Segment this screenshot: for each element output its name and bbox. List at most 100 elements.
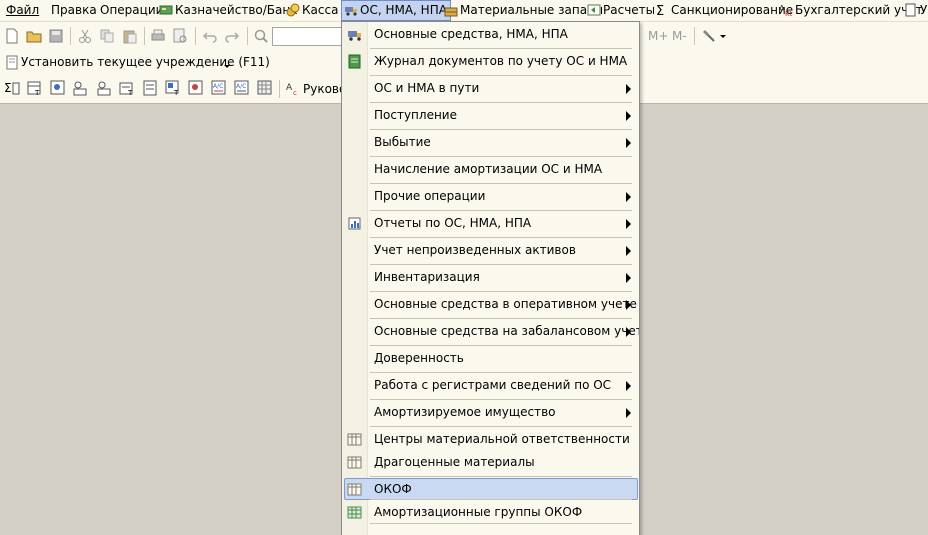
menu-separator (370, 523, 632, 524)
svg-text:A/C: A/C (213, 83, 223, 90)
menu-item[interactable]: Драгоценные материалы (342, 450, 639, 476)
report-icon[interactable]: Σ (4, 80, 20, 96)
menu-item[interactable]: Основные средства, НМА, НПА (342, 22, 639, 48)
truck-icon (345, 7, 357, 16)
menu-separator (370, 426, 632, 427)
table-icon (347, 433, 362, 446)
settlements-icon (587, 4, 601, 16)
toolbar-separator (247, 27, 248, 45)
menu-operations[interactable]: Операции (100, 1, 163, 20)
svg-text:T: T (127, 89, 133, 96)
menu-fixed-assets[interactable]: ОС, НМА, НПА (341, 0, 451, 21)
menu-item[interactable]: Учет непроизведенных активов (342, 238, 639, 264)
menu-item[interactable]: Отчеты по ОС, НМА, НПА (342, 211, 639, 237)
menu-accounting[interactable]: A Kt Бухгалтерский учет (779, 1, 923, 20)
report-icon[interactable]: A/C (234, 80, 250, 96)
report-icon[interactable] (188, 80, 204, 96)
submenu-arrow-icon (626, 381, 631, 391)
report-icon[interactable]: A/C (211, 80, 227, 96)
menu-item[interactable]: Основные средства на забалансовом учете (342, 319, 639, 345)
menu-separator (370, 291, 632, 292)
report-icon[interactable] (257, 80, 273, 96)
manager-button[interactable]: Руково (303, 82, 346, 96)
cash-icon (286, 3, 300, 17)
svg-text:Σ: Σ (656, 4, 664, 17)
menu-item-label: Выбытие (374, 135, 431, 149)
menu-item-label: ОКОФ (374, 482, 412, 496)
report-icon[interactable] (96, 80, 112, 96)
menu-item-label: Амортизируемое имущество (374, 405, 556, 419)
redo-icon[interactable] (224, 28, 240, 44)
memory-minus-button[interactable]: M- (672, 29, 687, 43)
cut-icon[interactable] (77, 28, 93, 44)
svg-text:A/C: A/C (236, 83, 246, 90)
undo-icon[interactable] (202, 28, 218, 44)
boxes-icon (444, 7, 458, 17)
submenu-arrow-icon (626, 138, 631, 148)
print-preview-icon[interactable] (172, 28, 188, 44)
memory-plus-button[interactable]: M+ (648, 29, 668, 43)
report-icon[interactable]: T (119, 80, 135, 96)
menu-separator (370, 183, 632, 184)
menu-item[interactable]: Инвентаризация (342, 265, 639, 291)
menu-separator (370, 129, 632, 130)
menu-item-label: Журнал документов по учету ОС и НМА (374, 54, 628, 68)
menu-item[interactable]: Основные средства в оперативном учете (342, 292, 639, 318)
journal-icon (348, 54, 361, 69)
menu-next-partial[interactable]: У (904, 1, 927, 20)
menu-separator (370, 264, 632, 265)
manager-icon: Ac (286, 83, 297, 96)
menu-cash[interactable]: Касса (286, 1, 338, 20)
copy-icon[interactable] (99, 28, 115, 44)
set-institution-button[interactable]: Установить текущее учреждение (F11) (21, 55, 270, 69)
report-icon[interactable]: T (165, 80, 181, 96)
menu-sanctioning[interactable]: Σ Санкционирование (655, 1, 793, 20)
menu-item[interactable]: Работа с регистрами сведений по ОС (342, 373, 639, 399)
menu-item[interactable]: Выбытие (342, 130, 639, 156)
report-icon[interactable] (50, 80, 66, 96)
report-icon[interactable] (142, 80, 158, 96)
menu-item[interactable]: Журнал документов по учету ОС и НМА (342, 49, 639, 75)
tools-icon[interactable] (701, 28, 717, 44)
menu-settlements[interactable]: Расчеты (587, 1, 655, 20)
menu-item-label: Амортизационные группы ОКОФ (374, 505, 583, 519)
menu-separator (370, 75, 632, 76)
fixed-assets-dropdown: Основные средства, НМА, НПА Журнал докуме… (341, 21, 640, 535)
new-document-icon[interactable] (4, 28, 20, 44)
report-icon[interactable]: T (27, 80, 43, 96)
chevron-down-icon[interactable] (223, 62, 231, 70)
menu-item-label: Начисление амортизации ОС и НМА (374, 162, 603, 176)
menu-separator (370, 102, 632, 103)
menu-sanctioning-label: Санкционирование (671, 3, 794, 17)
menu-materials[interactable]: Материальные запасы (444, 1, 603, 20)
print-icon[interactable] (150, 28, 166, 44)
chevron-down-icon[interactable] (719, 32, 727, 40)
menu-item[interactable]: Доверенность (342, 346, 639, 372)
menu-item-label: Центры материальной ответственности (374, 432, 630, 446)
menu-file[interactable]: Файл (6, 1, 39, 20)
submenu-arrow-icon (626, 219, 631, 229)
menu-item[interactable]: Амортизируемое имущество (342, 400, 639, 426)
open-folder-icon[interactable] (26, 28, 42, 44)
menu-item[interactable]: Начисление амортизации ОС и НМА (342, 157, 639, 183)
menu-item[interactable]: ОС и НМА в пути (342, 76, 639, 102)
treasury-icon (159, 5, 173, 15)
menu-item[interactable]: Прочие операции (342, 184, 639, 210)
report-icon[interactable] (73, 80, 89, 96)
paste-icon[interactable] (122, 28, 138, 44)
save-icon[interactable] (48, 28, 64, 44)
svg-text:T: T (173, 89, 179, 96)
menu-item-label: Учет непроизведенных активов (374, 243, 576, 257)
search-input[interactable] (272, 27, 342, 46)
menu-treasury[interactable]: Казначейство/Банк (159, 1, 297, 20)
menu-separator (370, 476, 632, 477)
svg-text:Σ: Σ (4, 81, 12, 95)
menu-separator (370, 48, 632, 49)
menu-edit[interactable]: Правка (51, 1, 97, 20)
toolbar-separator (144, 27, 145, 45)
document-icon (905, 3, 916, 17)
menu-separator (370, 156, 632, 157)
menu-separator (370, 210, 632, 211)
search-icon[interactable] (253, 28, 269, 44)
menu-item[interactable]: Поступление (342, 103, 639, 129)
